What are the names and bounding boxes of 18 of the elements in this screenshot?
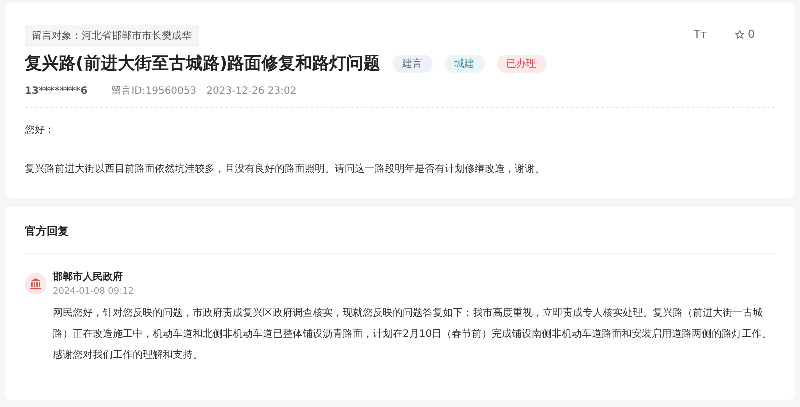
star-icon[interactable] (735, 30, 745, 40)
message-id: 留言ID:19560053 (112, 84, 197, 98)
like-count: 0 (748, 28, 755, 41)
reply-heading: 官方回复 (25, 224, 775, 254)
recipient-label: 留言对象：河北省邯郸市市长樊成华 (25, 25, 199, 47)
tag: 已办理 (496, 54, 547, 72)
office-name: 邯郸市人民政府 (53, 270, 124, 284)
reply-text: 网民您好，针对您反映的问题，市政府责成复兴区政府调查核实，现就您反映的问题答复如下：我市高度重视，立即责成专人核实处理。复兴路（前进大街一古城路）正在改造施工中，机动车道和北侧非机动车道已整体铺设沥青路面，计划在2月10日（春节前）完成铺设南侧非机动车道路面和安装启用道路两侧的路灯工作。感谢您对我们工作的理解和支持。 (53, 306, 774, 363)
tag: 城建 (444, 54, 485, 72)
tag: 建言 (392, 54, 433, 72)
message-title: 复兴路(前进大街至古城路)路面修复和路灯问题 (25, 53, 381, 75)
message-paragraph: 您好： (25, 124, 56, 137)
font-size-button[interactable]: Tт (694, 28, 707, 41)
reply-time: 2024-01-08 09:12 (53, 287, 134, 297)
post-time: 2023-12-26 23:02 (206, 86, 297, 96)
message-paragraph: 复兴路前进大街以西目前路面依然坑洼较多，且没有良好的路面照明。请问这一路段明年是否有计划修缮改造，谢谢。 (25, 162, 546, 176)
government-building-icon (30, 278, 42, 290)
author-name: 13********6 (25, 86, 88, 96)
